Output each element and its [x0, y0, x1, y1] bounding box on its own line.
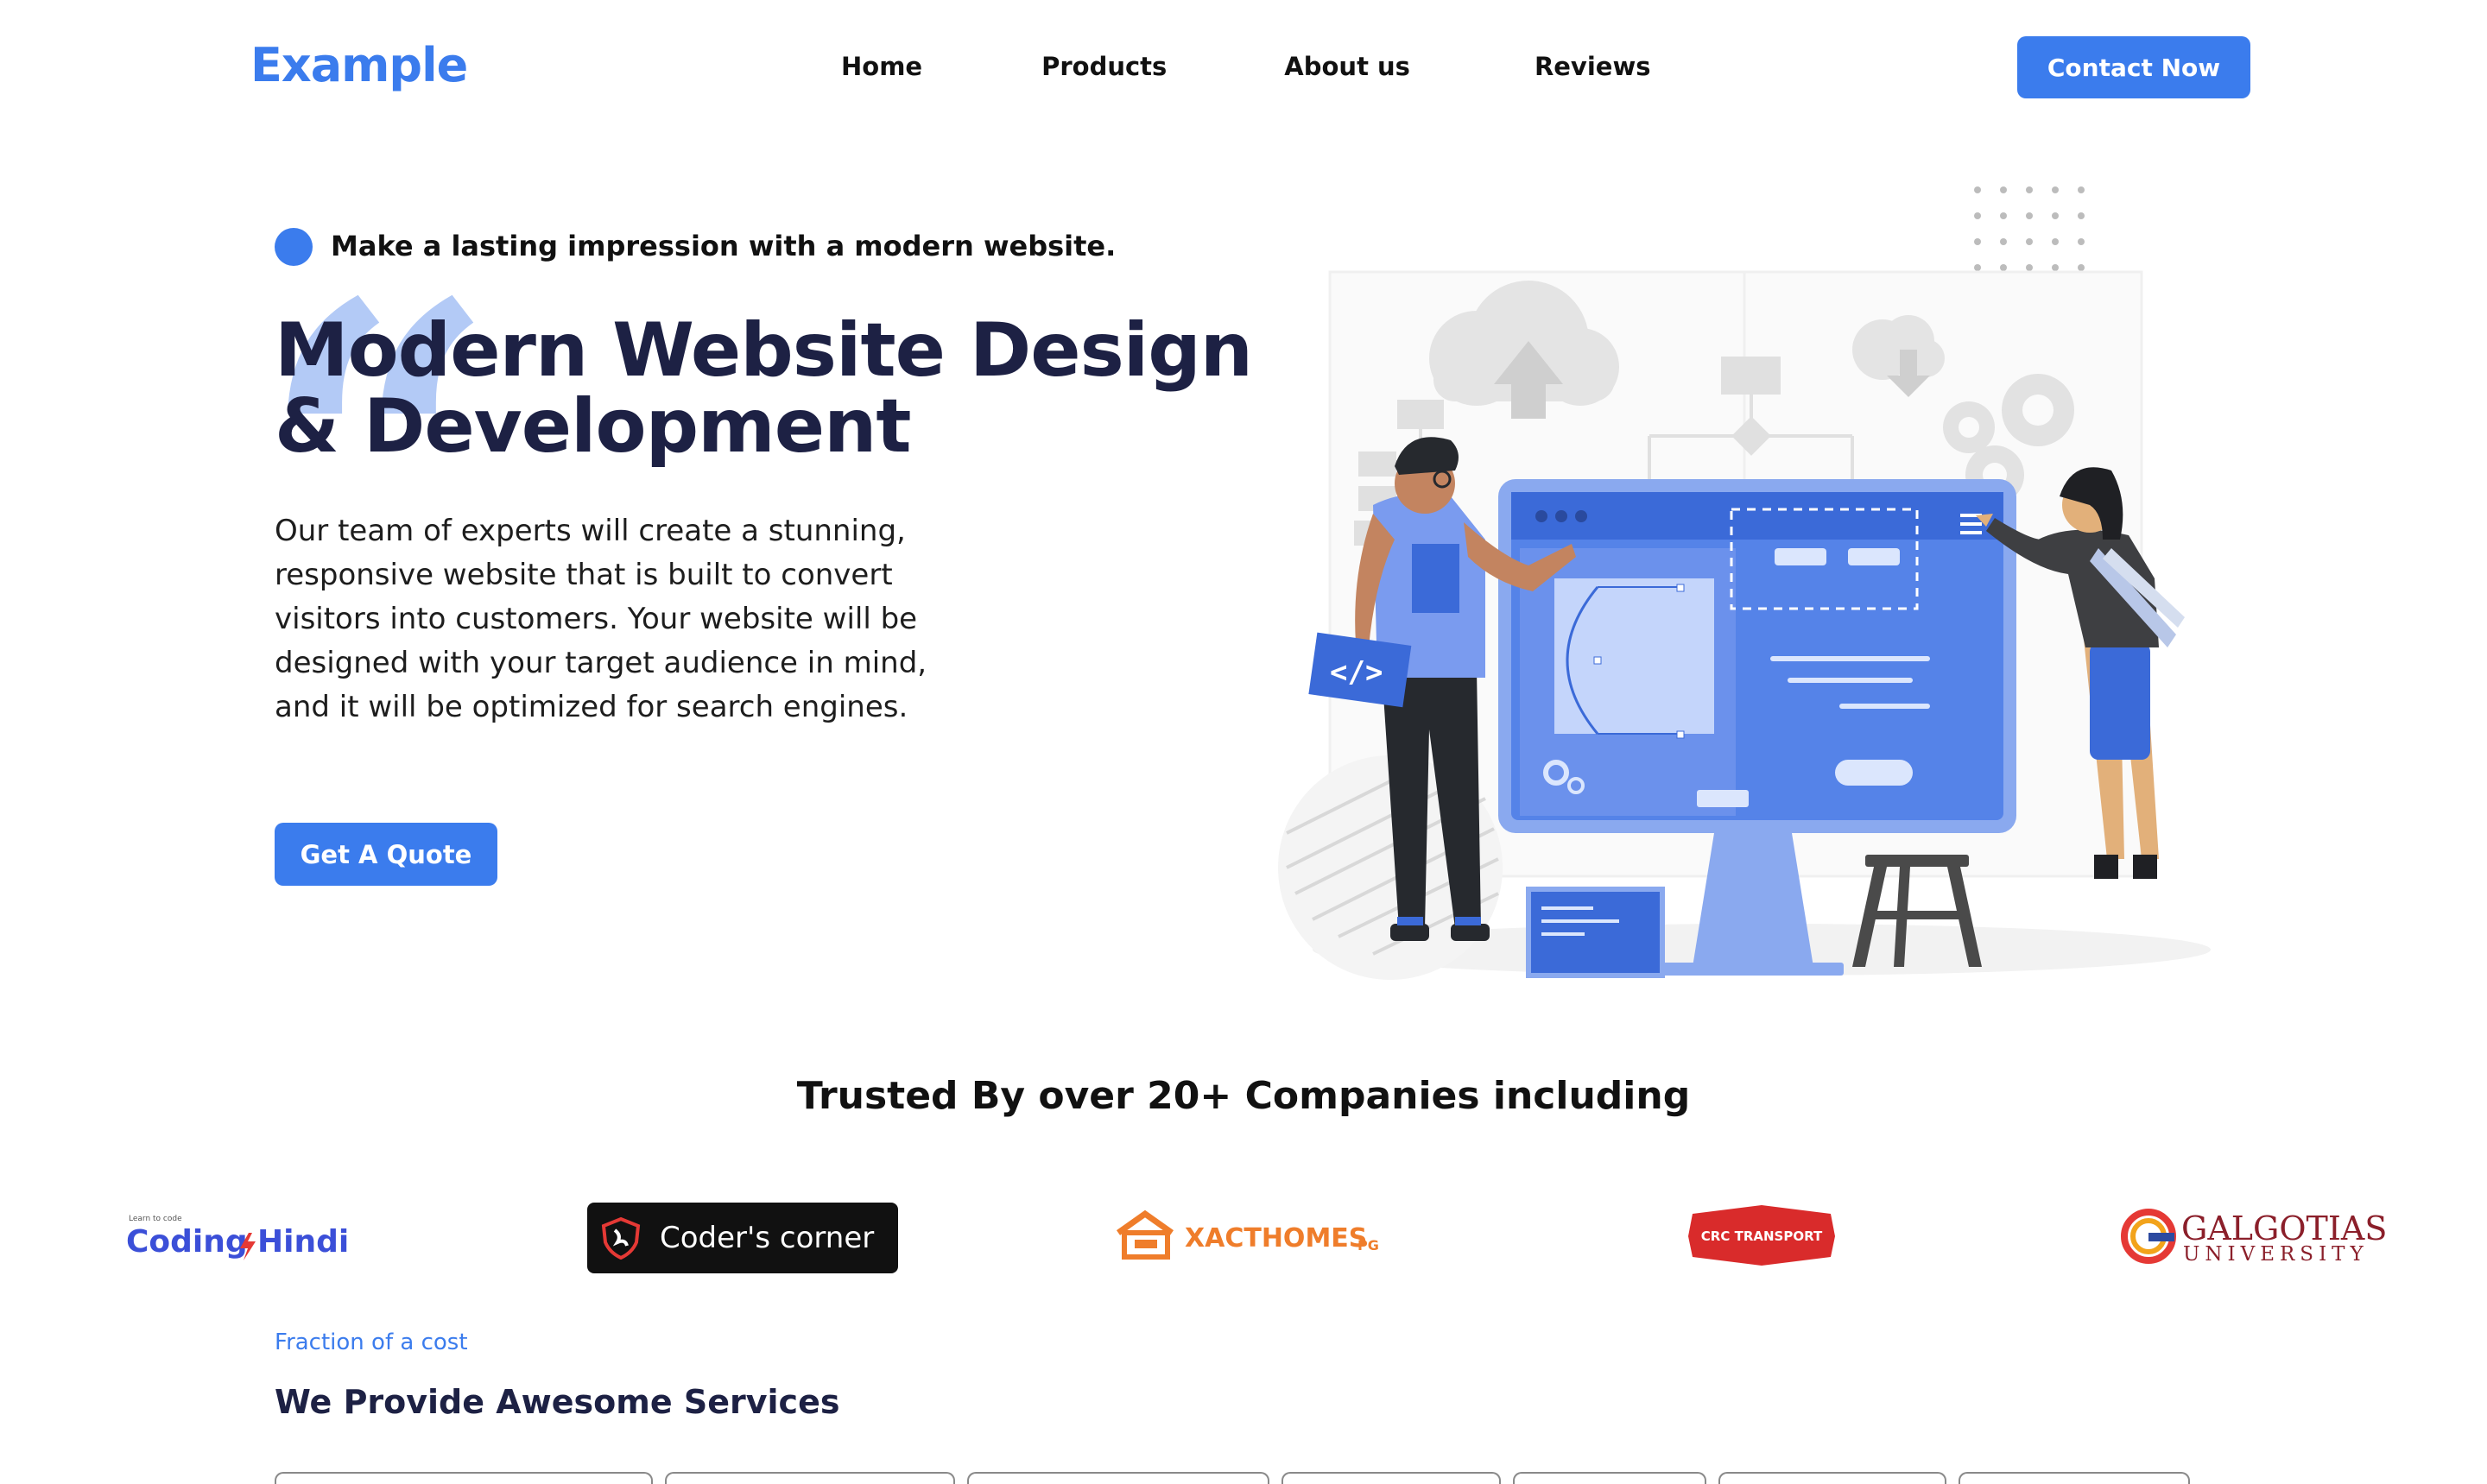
company-logo-crc-transport[interactable]: CRC TRANSPORT [1684, 1202, 1839, 1269]
nav-home-link[interactable]: Home [841, 52, 922, 81]
svg-text:CRC TRANSPORT: CRC TRANSPORT [1701, 1228, 1823, 1244]
service-card[interactable] [967, 1472, 1269, 1484]
hero-title-line1: Modern Website Design [275, 307, 1253, 394]
crc-transport-logo-graphic: CRC TRANSPORT [1688, 1205, 1835, 1266]
xacthomes-logo-graphic: XACTHOMES PG [1116, 1209, 1379, 1260]
svg-text:GALGOTIAS: GALGOTIAS [2181, 1209, 2387, 1247]
coders-corner-label: Coder's corner [660, 1221, 875, 1255]
galgotias-logo-graphic: GALGOTIAS UNIVERSITY [2121, 1209, 2387, 1266]
company-logo-xacthomes[interactable]: XACTHOMES PG [1114, 1207, 1399, 1266]
svg-text:Learn to code: Learn to code [129, 1215, 182, 1223]
hero-illustration: </> [1278, 186, 2211, 980]
contact-now-button[interactable]: Contact Now [2017, 36, 2250, 98]
hero-title-line2: & Development [275, 383, 911, 470]
svg-text:Hindi: Hindi [257, 1224, 349, 1260]
service-card[interactable] [1513, 1472, 1706, 1484]
company-logo-galgotias[interactable]: GALGOTIAS UNIVERSITY [2121, 1203, 2414, 1267]
hero-title: Modern Website Design & Development [275, 313, 1311, 464]
hero-description: Our team of experts will create a stunni… [275, 514, 927, 724]
service-card[interactable] [275, 1472, 653, 1484]
get-quote-button[interactable]: Get A Quote [275, 823, 497, 886]
nav-about-link[interactable]: About us [1284, 52, 1410, 81]
coding-hindi-logo-graphic: Learn to code Coding Hindi [126, 1215, 349, 1260]
company-logo-coding-hindi[interactable]: Learn to code Coding Hindi [126, 1209, 351, 1269]
main-nav: Home Products About us Reviews [841, 52, 1770, 81]
trusted-heading: Trusted By over 20+ Companies including [796, 1074, 1691, 1118]
svg-text:</>: </> [1330, 655, 1383, 690]
service-card[interactable] [1959, 1472, 2190, 1484]
svg-text:XACTHOMES: XACTHOMES [1185, 1223, 1367, 1254]
company-logo-coders-corner[interactable]: Coder's corner [587, 1203, 898, 1273]
services-title: We Provide Awesome Services [275, 1383, 840, 1421]
service-card[interactable] [1281, 1472, 1501, 1484]
svg-text:UNIVERSITY: UNIVERSITY [2183, 1243, 2369, 1266]
shield-icon [601, 1216, 641, 1260]
service-card[interactable] [1718, 1472, 1946, 1484]
svg-text:Coding: Coding [126, 1224, 248, 1260]
nav-reviews-link[interactable]: Reviews [1535, 52, 1651, 81]
svg-text:PG: PG [1357, 1237, 1379, 1254]
service-card[interactable] [665, 1472, 955, 1484]
nav-products-link[interactable]: Products [1041, 52, 1167, 81]
services-eyebrow: Fraction of a cost [275, 1329, 468, 1355]
site-logo[interactable]: Example [250, 38, 468, 92]
